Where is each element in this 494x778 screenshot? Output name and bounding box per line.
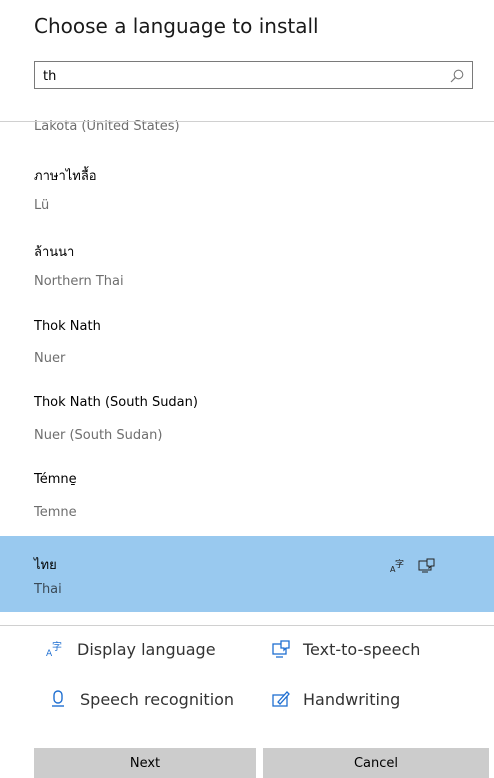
feature-handwriting: Handwriting bbox=[271, 689, 400, 709]
dialog-title: Choose a language to install bbox=[34, 14, 319, 38]
divider bbox=[0, 625, 494, 626]
language-native-name: ไทย bbox=[34, 558, 57, 573]
search-box[interactable] bbox=[34, 61, 473, 89]
feature-label: Speech recognition bbox=[80, 689, 235, 709]
svg-text:字: 字 bbox=[395, 558, 404, 570]
feature-label: Handwriting bbox=[303, 689, 401, 709]
language-native-name: Thok Nath bbox=[34, 319, 101, 334]
feature-text-to-speech: Text-to-speech bbox=[271, 639, 420, 659]
feature-label: Display language bbox=[77, 639, 216, 659]
language-english-name: Lü bbox=[34, 198, 50, 213]
language-list[interactable]: Lakota (United States) ภาษาไทลื้อ Lü ล้า… bbox=[0, 112, 494, 612]
language-native-name: ภาษาไทลื้อ bbox=[34, 169, 97, 184]
language-english-name: Nuer (South Sudan) bbox=[34, 428, 163, 443]
search-icon[interactable] bbox=[449, 68, 465, 84]
svg-text:字: 字 bbox=[52, 640, 62, 653]
list-top-divider bbox=[0, 121, 494, 122]
feature-speech-recognition: Speech recognition bbox=[48, 689, 234, 709]
feature-label: Text-to-speech bbox=[303, 639, 421, 659]
text-to-speech-icon bbox=[272, 640, 290, 658]
language-english-name: Thai bbox=[34, 582, 62, 597]
language-native-name: ล้านนา bbox=[34, 245, 75, 260]
list-item-lu[interactable]: ภาษาไทลื้อ Lü bbox=[0, 156, 494, 226]
display-language-icon: A 字 bbox=[390, 558, 404, 574]
text-to-speech-icon bbox=[418, 558, 435, 573]
handwriting-icon bbox=[272, 691, 290, 707]
list-item-northern-thai[interactable]: ล้านนา Northern Thai bbox=[0, 232, 494, 302]
microphone-icon bbox=[52, 690, 64, 707]
list-item-temne[interactable]: Témne̱ Temne bbox=[0, 463, 494, 533]
display-language-icon: A 字 bbox=[46, 640, 62, 659]
language-native-name: Thok Nath (South Sudan) bbox=[34, 395, 198, 410]
feature-display-language: A 字 Display language bbox=[45, 639, 216, 660]
next-button[interactable]: Next bbox=[34, 748, 256, 778]
list-item-lakota[interactable]: Lakota (United States) bbox=[0, 112, 494, 144]
language-english-name: Nuer bbox=[34, 351, 66, 366]
language-native-name: Témne̱ bbox=[34, 472, 77, 487]
language-feature-icons: A 字 bbox=[390, 558, 436, 574]
language-english-name: Temne bbox=[34, 505, 77, 520]
list-item-nuer[interactable]: Thok Nath Nuer bbox=[0, 310, 494, 380]
search-input[interactable] bbox=[43, 66, 443, 86]
list-item-thai[interactable]: ไทย Thai A 字 bbox=[0, 536, 494, 612]
language-english-name: Northern Thai bbox=[34, 274, 124, 289]
cancel-button[interactable]: Cancel bbox=[263, 748, 489, 778]
list-item-nuer-south-sudan[interactable]: Thok Nath (South Sudan) Nuer (South Suda… bbox=[0, 386, 494, 456]
